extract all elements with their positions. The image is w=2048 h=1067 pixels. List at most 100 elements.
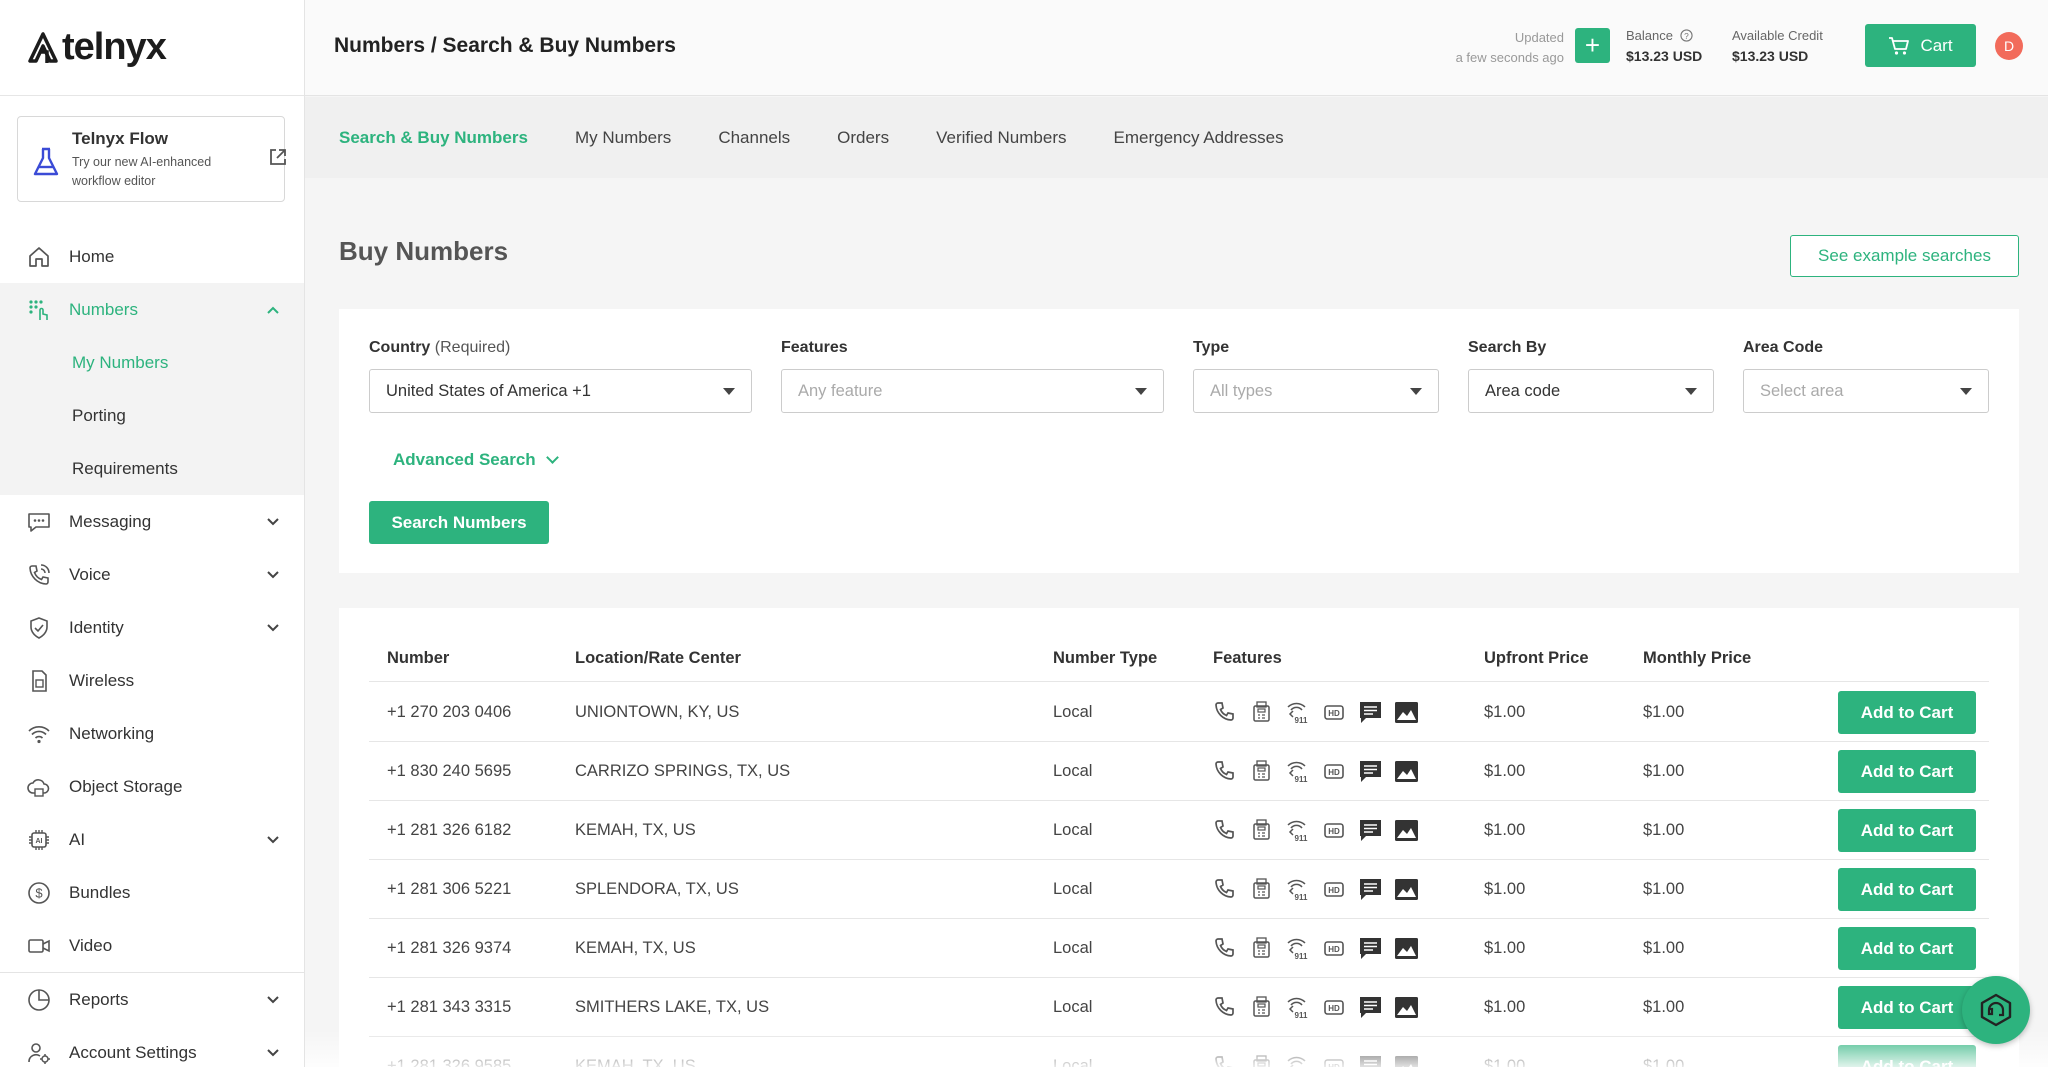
balance-value: $13.23 USD	[1626, 48, 1703, 64]
sidebar-item-label: Numbers	[69, 299, 138, 319]
caret-down-icon	[1135, 388, 1147, 395]
sms-icon	[1360, 879, 1381, 900]
sidebar-item-bundles[interactable]: $ Bundles	[0, 866, 304, 919]
sidebar-item-voice[interactable]: Voice	[0, 548, 304, 601]
add-to-cart-button[interactable]: Add to Cart	[1838, 809, 1976, 852]
add-to-cart-button[interactable]: Add to Cart	[1838, 927, 1976, 970]
advanced-search-toggle[interactable]: Advanced Search	[393, 450, 559, 470]
sidebar-item-object-storage[interactable]: Object Storage	[0, 760, 304, 813]
cell-features: 911 HD	[1213, 935, 1420, 962]
sidebar-item-networking[interactable]: Networking	[0, 707, 304, 760]
tab-verified-numbers[interactable]: Verified Numbers	[936, 128, 1066, 148]
voice-icon	[1215, 879, 1234, 898]
chevron-down-icon	[267, 1049, 279, 1057]
flow-card-title: Telnyx Flow	[72, 129, 169, 148]
voice-icon	[1215, 997, 1234, 1016]
home-icon	[29, 247, 49, 267]
sidebar-item-numbers[interactable]: Numbers	[0, 283, 304, 336]
sidebar-subitem-requirements[interactable]: Requirements	[0, 442, 304, 495]
table-row: +1 281 306 5221 SPLENDORA, TX, US Local 911…	[369, 860, 1989, 919]
cell-location: KEMAH, TX, US	[575, 1057, 696, 1067]
country-label-text: Country	[369, 339, 431, 356]
search-numbers-button[interactable]: Search Numbers	[369, 501, 549, 544]
cell-number-type: Local	[1053, 939, 1093, 957]
emergency-911-icon: 911	[1287, 879, 1308, 902]
tab-orders[interactable]: Orders	[837, 128, 889, 148]
svg-text:911: 911	[1295, 834, 1308, 843]
area-code-field: Area Code Select area	[1743, 339, 1989, 413]
sidebar-item-identity[interactable]: Identity	[0, 601, 304, 654]
cell-monthly-price: $1.00	[1643, 880, 1685, 898]
add-to-cart-button[interactable]: Add to Cart	[1838, 1045, 1976, 1067]
page-title: Buy Numbers	[339, 236, 509, 266]
tab-channels[interactable]: Channels	[718, 128, 790, 148]
sidebar-item-label: Messaging	[69, 511, 152, 531]
area-code-placeholder: Select area	[1760, 382, 1844, 400]
cart-icon	[1889, 36, 1910, 55]
sidebar-item-messaging[interactable]: Messaging	[0, 495, 304, 548]
voice-icon	[1215, 1056, 1233, 1067]
chevron-down-icon	[267, 571, 279, 579]
cell-location: CARRIZO SPRINGS, TX, US	[575, 762, 791, 780]
add-to-cart-button[interactable]: Add to Cart	[1838, 868, 1976, 911]
cell-features: 911 HD	[1213, 699, 1420, 726]
tab-emergency-addresses[interactable]: Emergency Addresses	[1114, 128, 1284, 148]
sidebar-subitem-porting[interactable]: Porting	[0, 389, 304, 442]
country-select[interactable]: United States of America +1	[369, 369, 752, 413]
svg-text:HD: HD	[1328, 768, 1340, 777]
cart-button[interactable]: Cart	[1865, 24, 1976, 67]
country-label: Country (Required)	[369, 339, 752, 357]
cell-number-type: Local	[1053, 1057, 1093, 1067]
column-header-upfront-price: Upfront Price	[1484, 649, 1589, 667]
numbers-icon	[29, 300, 48, 320]
mms-icon	[1395, 879, 1418, 900]
add-to-cart-button[interactable]: Add to Cart	[1838, 750, 1976, 793]
sidebar-item-ai[interactable]: AI AI	[0, 813, 304, 866]
sidebar-item-reports[interactable]: Reports	[0, 973, 304, 1026]
svg-text:HD: HD	[1328, 1063, 1340, 1067]
cell-monthly-price: $1.00	[1643, 939, 1685, 957]
help-icon[interactable]: ?	[1679, 29, 1693, 42]
chevron-down-icon	[267, 518, 279, 526]
caret-down-icon	[1960, 388, 1972, 395]
tab-my-numbers[interactable]: My Numbers	[575, 128, 671, 148]
column-header-location: Location/Rate Center	[575, 649, 741, 667]
cell-number-type: Local	[1053, 880, 1093, 898]
credit-label: Available Credit	[1732, 28, 1823, 43]
svg-text:HD: HD	[1328, 827, 1340, 836]
hd-voice-icon: HD	[1324, 882, 1344, 897]
tab-search-buy-numbers[interactable]: Search & Buy Numbers	[339, 128, 528, 148]
telnyx-logo[interactable]: telnyx	[0, 0, 304, 96]
sidebar-item-video[interactable]: Video	[0, 919, 304, 972]
chat-support-button[interactable]	[1962, 976, 2030, 1044]
features-select[interactable]: Any feature	[781, 369, 1164, 413]
search-by-select[interactable]: Area code	[1468, 369, 1714, 413]
chevron-up-icon	[267, 306, 279, 314]
cell-features: 911 HD	[1213, 817, 1420, 844]
telnyx-flow-card[interactable]: Telnyx Flow Try our new AI-enhanced work…	[17, 116, 288, 202]
cell-features: 911 HD	[1213, 994, 1420, 1021]
type-select[interactable]: All types	[1193, 369, 1439, 413]
cell-location: UNIONTOWN, KY, US	[575, 703, 740, 721]
column-header-monthly-price: Monthly Price	[1643, 649, 1752, 667]
fax-icon	[1253, 760, 1270, 781]
add-to-cart-button[interactable]: Add to Cart	[1838, 691, 1976, 734]
see-example-searches-button[interactable]: See example searches	[1790, 235, 2019, 277]
sidebar-item-account-settings[interactable]: Account Settings	[0, 1026, 304, 1067]
table-row: +1 830 240 5695 CARRIZO SPRINGS, TX, US Lo…	[369, 742, 1989, 801]
country-value: United States of America +1	[386, 382, 591, 400]
cell-features: 911 HD	[1213, 876, 1420, 903]
add-funds-button[interactable]: +	[1575, 28, 1610, 63]
country-required-text: (Required)	[434, 339, 511, 356]
external-link-icon[interactable]	[268, 147, 288, 167]
sidebar-subitem-my-numbers[interactable]: My Numbers	[0, 336, 304, 389]
sidebar-item-wireless[interactable]: Wireless	[0, 654, 304, 707]
area-code-select[interactable]: Select area	[1743, 369, 1989, 413]
add-to-cart-button[interactable]: Add to Cart	[1838, 986, 1976, 1029]
sidebar-item-home[interactable]: Home	[0, 230, 304, 283]
reports-icon	[28, 989, 50, 1011]
sms-icon	[1360, 702, 1381, 723]
mms-icon	[1395, 820, 1418, 841]
mms-icon	[1395, 702, 1418, 723]
avatar[interactable]: D	[1995, 32, 2023, 60]
